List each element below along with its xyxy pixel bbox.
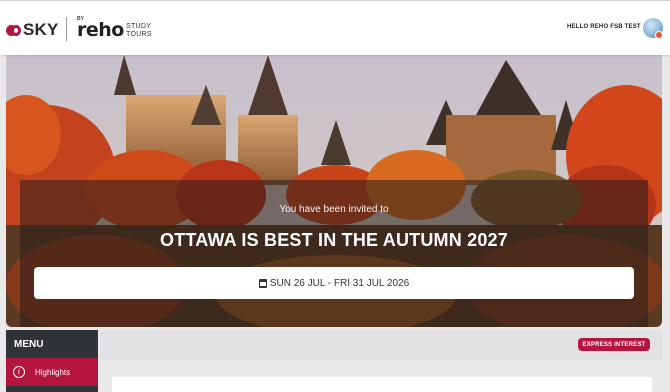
- reho-logo-text[interactable]: reho: [77, 19, 124, 41]
- menu-item-highlights[interactable]: i Highlights: [6, 358, 98, 386]
- sky-logo-mark: [6, 23, 21, 38]
- hero-overlay: [20, 180, 648, 327]
- menu-item-label: Highlights: [35, 367, 71, 377]
- hero-banner: You have been invited to OTTAWA IS BEST …: [6, 55, 662, 327]
- date-range-box: SUN 26 JUL - FRI 31 JUL 2026: [34, 267, 634, 299]
- invitation-text: You have been invited to: [279, 204, 389, 215]
- user-greeting: HELLO REHO FSB TEST: [567, 24, 641, 30]
- info-icon: i: [13, 366, 25, 378]
- study-label: STUDY: [126, 23, 152, 30]
- event-title: OTTAWA IS BEST IN THE AUTUMN 2027: [160, 230, 508, 250]
- avatar-badge-icon: [655, 31, 663, 39]
- tours-label: TOURS: [126, 31, 152, 38]
- sky-logo-text: SKY: [23, 20, 59, 39]
- express-interest-button[interactable]: EXPRESS INTEREST: [578, 338, 650, 351]
- sky-logo[interactable]: SKY: [6, 20, 59, 40]
- date-range-text: SUN 26 JUL - FRI 31 JUL 2026: [269, 277, 410, 289]
- content-card: [112, 377, 652, 392]
- study-tours-label: STUDY TOURS: [126, 23, 152, 39]
- calendar-icon: [258, 278, 267, 288]
- logo-divider: [66, 17, 67, 41]
- menu-heading: MENU: [6, 330, 98, 358]
- top-header: SKY BY reho STUDY TOURS HELLO REHO FSB T…: [0, 0, 670, 55]
- menu-panel: [6, 386, 98, 392]
